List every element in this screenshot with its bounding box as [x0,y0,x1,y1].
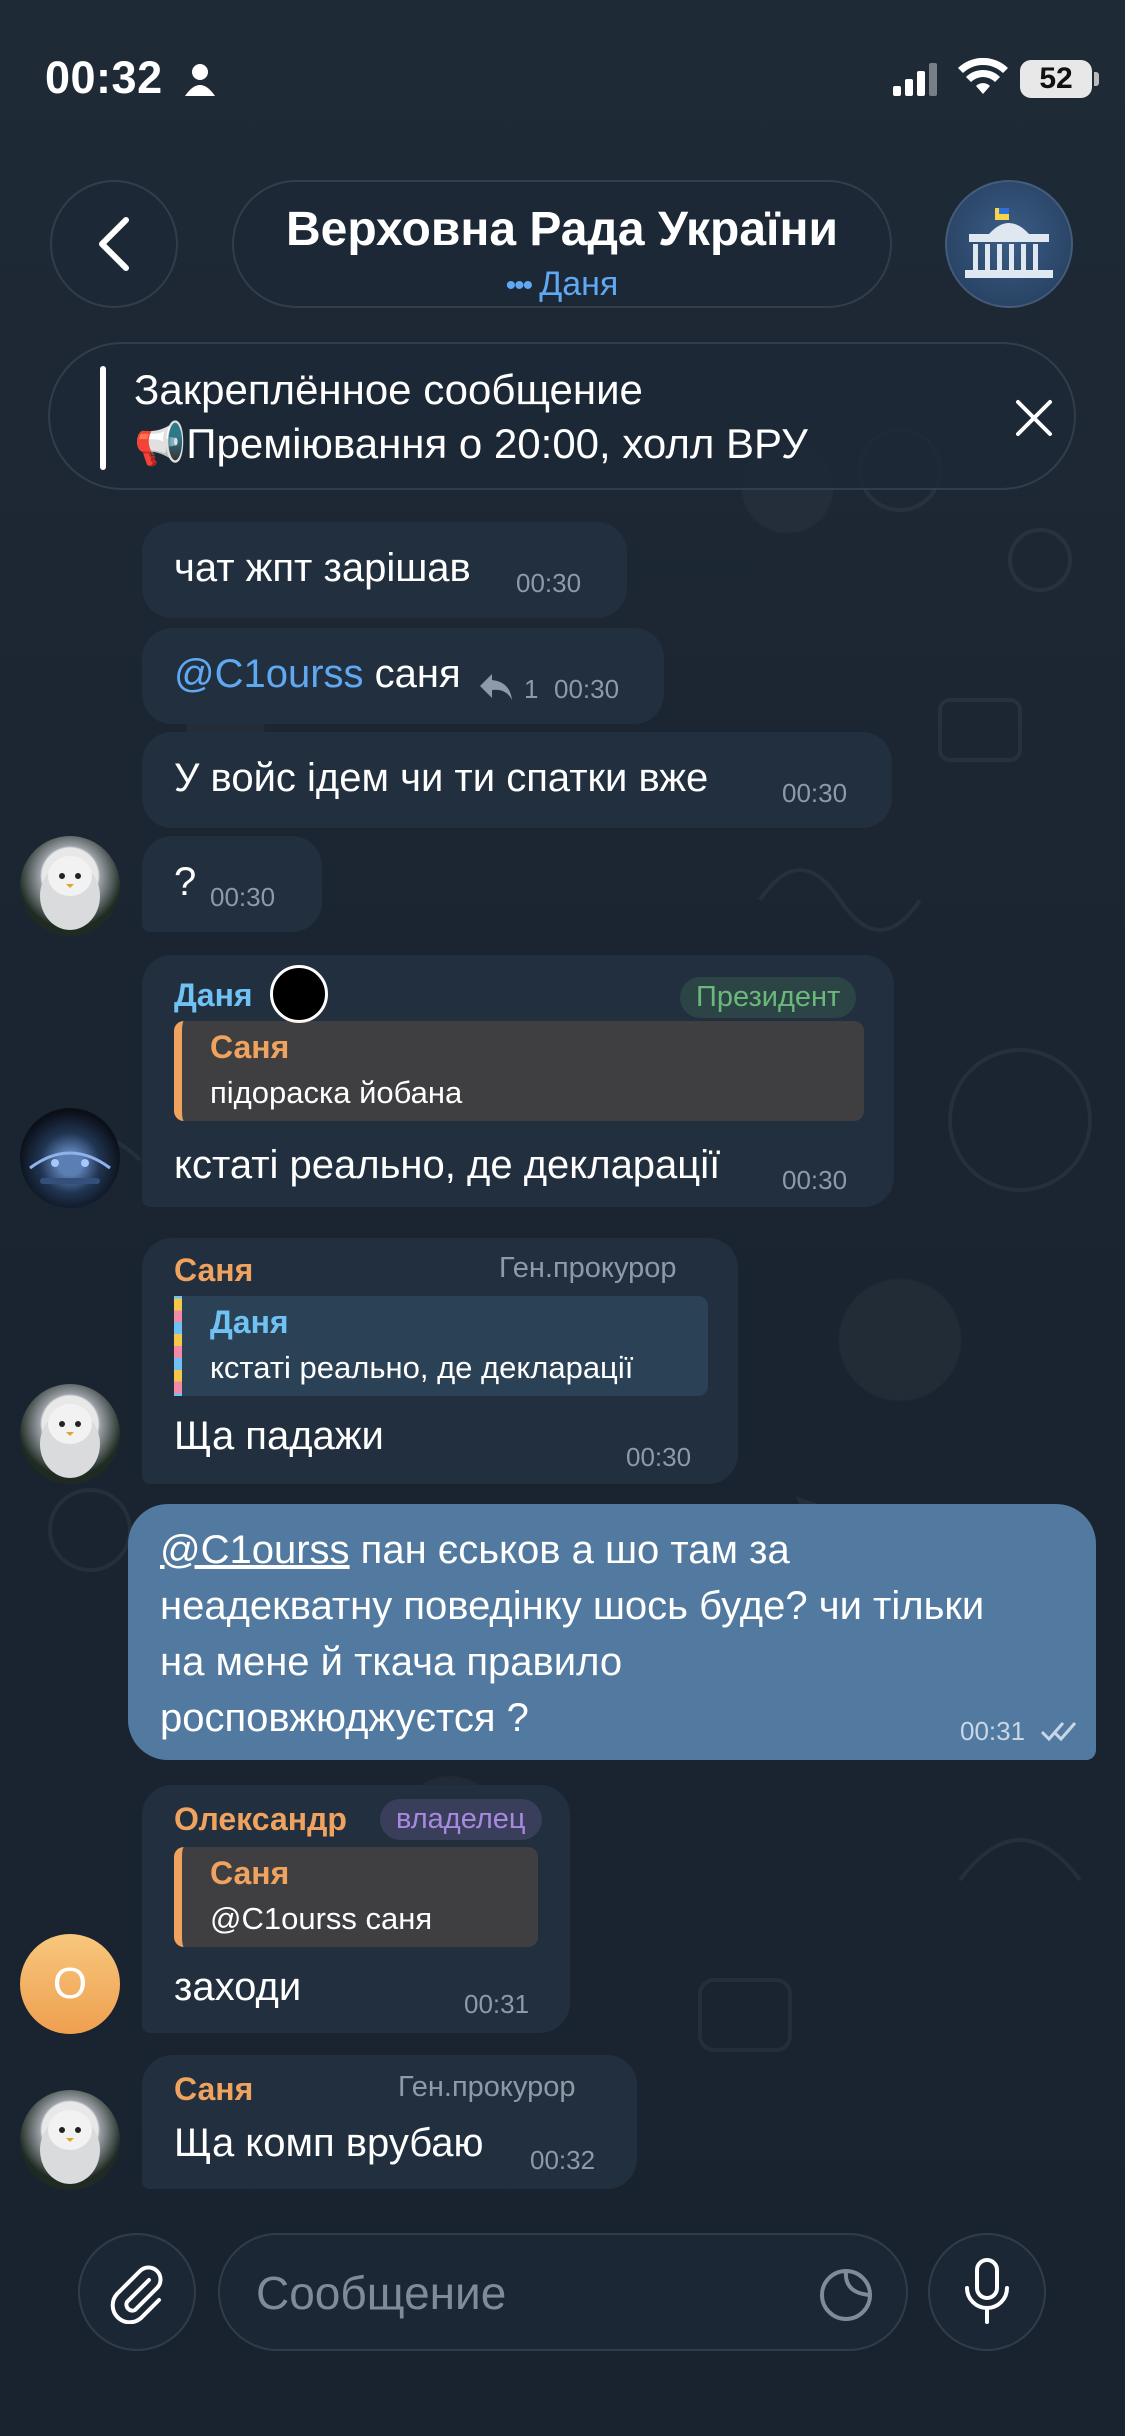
message-text: кстаті реально, де декларації [174,1143,721,1187]
message-input[interactable] [256,2263,796,2323]
chevron-left-icon [99,217,129,271]
message-time: 00:30 [626,1442,692,1472]
battery-indicator: 52 [1020,60,1099,98]
mention-link[interactable]: @C1ourss [174,652,364,696]
reply-text: @C1ourss саня [210,1901,433,1936]
person-icon [185,64,215,96]
cellular-signal-icon [893,63,937,96]
typing-dots-icon: ••• [505,269,533,302]
status-emoji-icon [270,965,328,1023]
close-icon[interactable] [1010,394,1058,442]
reply-quote[interactable]: Саня @C1ourss саня [174,1847,538,1947]
battery-level: 52 [1039,62,1073,95]
role-badge: владелец [380,1799,542,1840]
penguin-avatar-icon [40,1404,100,1478]
message-text: @C1ourss саня [174,652,461,696]
reply-sender: Саня [210,1855,290,1891]
message-time: 00:32 [530,2145,596,2175]
message-bubble[interactable]: Даня Президент Саня підораска йобана кст… [142,955,894,1207]
message-bubble[interactable]: Саня Ген.прокурор Даня кстаті реально, д… [142,1238,738,1484]
message-text: @C1ourss пан єськов а шо там за неадеква… [160,1528,985,1740]
message-text: Ща падажи [174,1414,384,1458]
status-time: 00:32 [45,52,163,103]
sender-name[interactable]: Саня [174,2071,253,2108]
role-badge: Президент [680,977,857,1018]
message-bubble[interactable]: Олександр владелец Саня @C1ourss саня за… [142,1785,570,2033]
sender-name[interactable]: Олександр [174,1801,347,1838]
avatar[interactable] [20,2090,120,2190]
message-text: У войс ідем чи ти спатки вже [174,756,709,800]
role-badge: Ген.прокурор [398,2071,576,2103]
message-input-container[interactable] [218,2233,908,2351]
message-bubble[interactable]: ? 00:30 [142,836,322,932]
microphone-icon [965,2258,1009,2324]
reply-sender: Даня [210,1304,289,1340]
message-bubble[interactable]: У войс ідем чи ти спатки вже 00:30 [142,732,892,828]
penguin-avatar-icon [40,2110,100,2184]
status-bar: 00:32 52 [0,0,1125,150]
reply-sender: Саня [210,1029,290,1065]
group-avatar[interactable] [945,180,1073,308]
reply-quote[interactable]: Саня підораска йобана [174,1021,864,1121]
chat-title: Верховна Рада України [285,203,839,256]
avatar[interactable] [20,1384,120,1484]
message-time: 00:30 [210,882,276,912]
message-text: заходи [174,1965,302,2009]
reply-text: підораска йобана [210,1075,463,1110]
message-bubble[interactable]: чат жпт зарішав 00:30 [142,522,627,618]
back-button[interactable] [50,180,178,308]
message-time: 00:31 [464,1989,530,2019]
avatar[interactable] [20,1108,120,1208]
paperclip-icon [110,2265,163,2324]
outgoing-message-bubble[interactable]: @C1ourss пан єськов а шо там за неадеква… [128,1504,1096,1760]
message-bubble[interactable]: @C1ourss саня 1 00:30 [142,628,664,724]
reply-count: 1 [524,674,539,704]
message-time: 00:30 [782,1165,848,1195]
pinned-title: Закреплённое сообщение [134,366,643,413]
avatar-letter: О [52,1959,88,2008]
sticker-icon[interactable] [818,2267,874,2323]
sender-name[interactable]: Даня [174,977,253,1014]
penguin-avatar-icon [40,856,100,930]
typing-user: Даня [539,265,619,303]
message-time: 00:30 [554,674,620,704]
voice-record-button[interactable] [928,2233,1046,2351]
pinned-text: 📢Преміювання о 20:00, холл ВРУ [134,420,808,467]
message-bubble[interactable]: Саня Ген.прокурор Ща комп врубаю 00:32 [142,2055,637,2189]
reply-icon [480,674,512,700]
avatar[interactable] [20,836,120,936]
parliament-building-icon [965,208,1053,278]
role-badge: Ген.прокурор [499,1252,677,1284]
message-text: Ща комп врубаю [174,2121,484,2165]
avatar[interactable]: О [20,1934,120,2034]
typing-status: ••• Даня [234,265,890,304]
message-text: ? [174,860,197,904]
reply-quote[interactable]: Даня кстаті реально, де декларації [174,1296,708,1396]
chat-title-pill[interactable]: Верховна Рада України ••• Даня [232,180,892,308]
attach-button[interactable] [78,2233,196,2351]
wifi-icon [958,58,1008,94]
car-dashboard-avatar-icon [29,1151,111,1184]
read-checkmarks-icon [1040,1722,1077,1742]
message-text: чат жпт зарішав [174,546,471,590]
message-time: 00:30 [516,568,582,598]
reply-text: кстаті реально, де декларації [210,1350,634,1385]
pinned-message[interactable]: Закреплённое сообщение 📢Преміювання о 20… [48,342,1076,490]
mention-link[interactable]: @C1ourss [160,1528,350,1572]
message-time: 00:30 [782,778,848,808]
message-time: 00:31 [960,1716,1026,1746]
pinned-indicator [100,366,106,470]
sender-name[interactable]: Саня [174,1252,253,1289]
